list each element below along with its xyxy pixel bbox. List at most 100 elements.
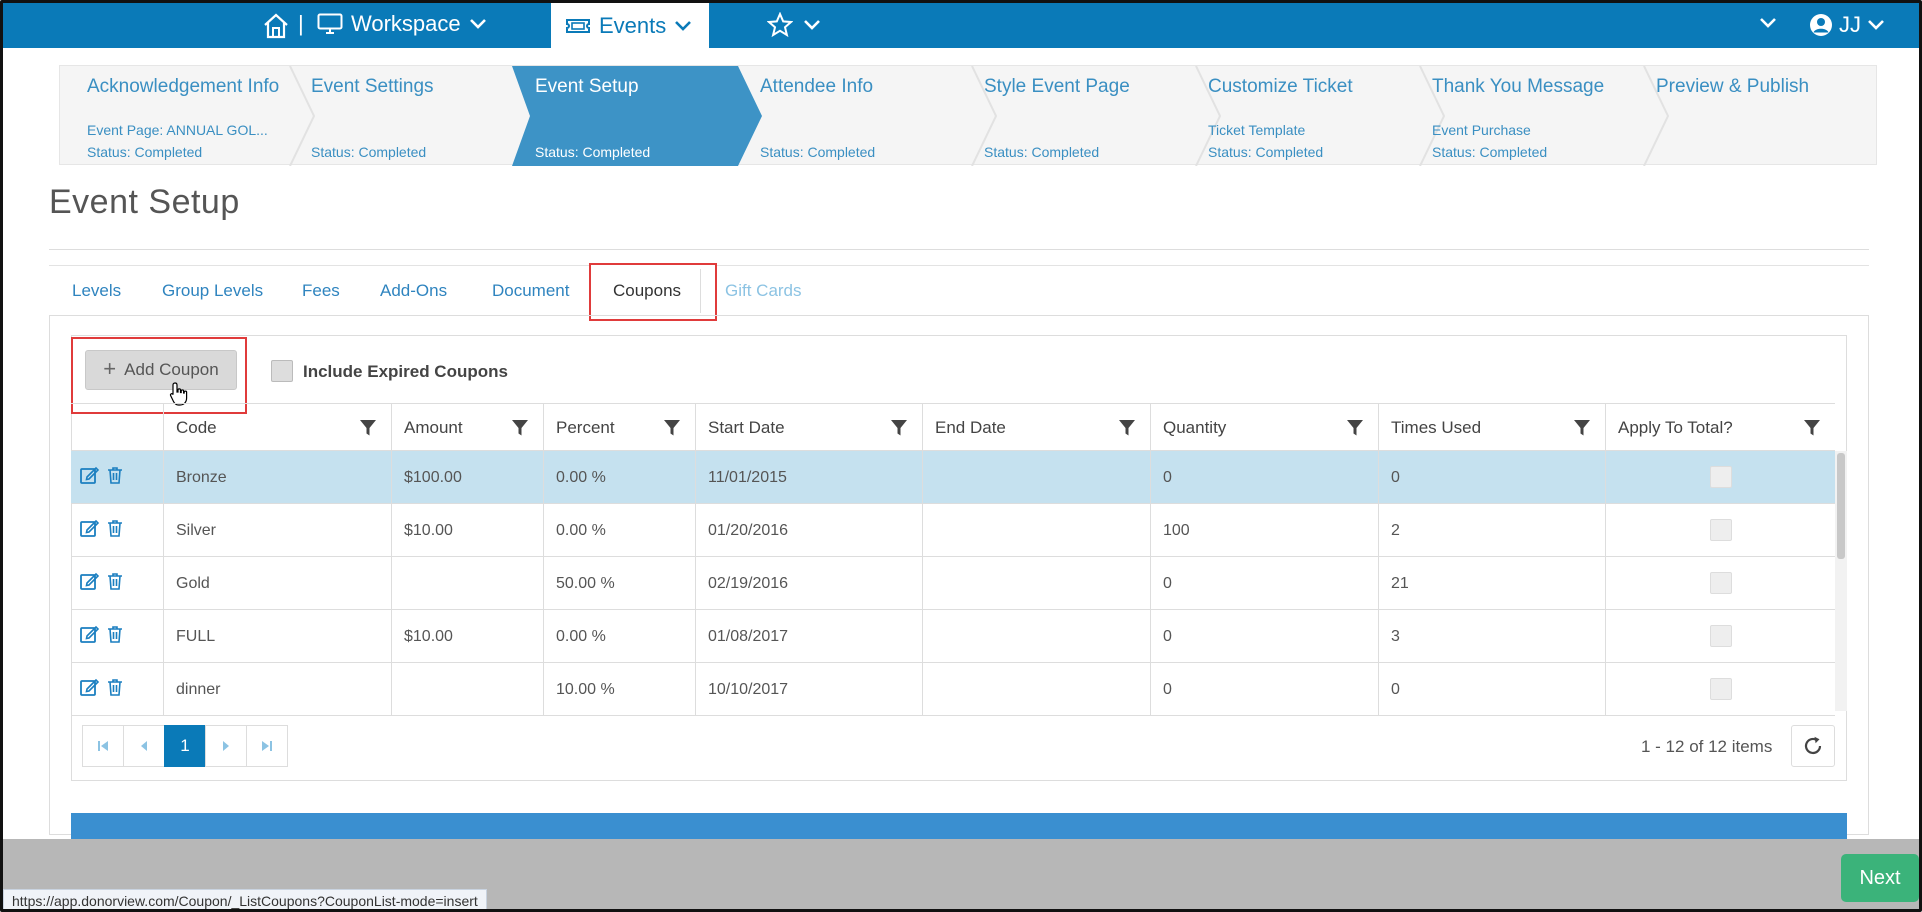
table-row[interactable]: FULL $10.00 0.00 % 01/08/2017 0 3 [71,610,1835,663]
tab-group-levels[interactable]: Group Levels [162,281,263,301]
cell-apply-to-total [1605,610,1835,663]
wizard-step-customize-ticket[interactable]: Customize Ticket Ticket Template Status:… [1208,66,1408,166]
prev-page-button[interactable] [123,725,165,767]
step-status: Status: Completed [1432,144,1548,160]
apply-to-total-checkbox [1710,678,1732,700]
refresh-icon [1804,736,1822,755]
row-actions [71,663,163,716]
apply-to-total-checkbox [1710,625,1732,647]
trash-icon[interactable] [105,624,125,644]
favorites-menu[interactable] [767,12,821,38]
refresh-button[interactable] [1791,725,1835,767]
filter-icon[interactable] [511,419,529,437]
cell-end-date [922,504,1150,557]
status-url: https://app.donorview.com/Coupon/_ListCo… [3,889,487,909]
column-header-quantity[interactable]: Quantity [1150,404,1378,452]
trash-icon[interactable] [105,677,125,697]
column-header-code[interactable]: Code [163,404,391,452]
edit-icon[interactable] [79,624,99,644]
wizard-step-event-setup[interactable]: Event Setup Status: Completed [535,66,735,166]
edit-icon[interactable] [79,677,99,697]
workspace-menu[interactable]: Workspace [317,11,487,37]
column-label: End Date [935,418,1006,437]
cell-apply-to-total [1605,451,1835,504]
plus-icon: + [103,356,117,381]
tab-document[interactable]: Document [492,281,569,301]
cell-amount [391,557,543,610]
column-header-start-date[interactable]: Start Date [695,404,922,452]
include-expired-label: Include Expired Coupons [303,362,508,381]
wizard-step-attendee-info[interactable]: Attendee Info Status: Completed [760,66,960,166]
filter-icon[interactable] [1346,419,1364,437]
table-row[interactable]: Gold 50.00 % 02/19/2016 0 21 [71,557,1835,610]
filter-icon[interactable] [1573,419,1591,437]
cell-end-date [922,663,1150,716]
cell-apply-to-total [1605,504,1835,557]
home-icon[interactable] [261,12,291,40]
events-label: Events [599,12,667,38]
table-row[interactable]: Bronze $100.00 0.00 % 11/01/2015 0 0 [71,451,1835,504]
filter-icon[interactable] [663,419,681,437]
page-number-current[interactable]: 1 [164,725,206,767]
edit-icon[interactable] [79,571,99,591]
row-actions [71,610,163,663]
chevron-down-icon [1868,20,1884,30]
column-header-apply-to-total[interactable]: Apply To Total? [1605,404,1835,452]
tab-gift-cards[interactable]: Gift Cards [725,281,802,301]
user-menu[interactable]: JJ [1809,12,1885,38]
add-coupon-button[interactable]: + Add Coupon [85,350,237,390]
table-scrollbar[interactable] [1835,451,1847,711]
cell-end-date [922,451,1150,504]
step-status: Status: Completed [1208,144,1324,160]
ticket-icon [566,18,590,33]
nav-separator: | [298,11,304,36]
cell-start-date: 02/19/2016 [695,557,922,610]
cell-times-used: 0 [1378,451,1605,504]
trash-icon[interactable] [105,518,125,538]
filter-icon[interactable] [1118,419,1136,437]
star-icon [767,12,793,38]
wizard-step-thank-you-message[interactable]: Thank You Message Event Purchase Status:… [1432,66,1642,166]
filter-icon[interactable] [359,419,377,437]
events-menu[interactable]: Events [551,3,709,48]
first-page-button[interactable] [82,725,124,767]
edit-icon[interactable] [79,518,99,538]
column-header-amount[interactable]: Amount [391,404,543,452]
step-title: Acknowledgement Info [87,76,280,97]
cell-start-date: 11/01/2015 [695,451,922,504]
next-button[interactable]: Next [1841,854,1919,902]
step-status: Status: Completed [87,144,203,160]
step-title: Attendee Info [760,76,874,97]
table-row[interactable]: dinner 10.00 % 10/10/2017 0 0 [71,663,1835,716]
column-header-percent[interactable]: Percent [543,404,695,452]
trash-icon[interactable] [105,571,125,591]
wizard-step-acknowledgement[interactable]: Acknowledgement Info Event Page: ANNUAL … [87,66,287,166]
trash-icon[interactable] [105,465,125,485]
cell-quantity: 0 [1150,663,1378,716]
step-status: Status: Completed [535,144,651,160]
next-page-button[interactable] [205,725,247,767]
cell-quantity: 0 [1150,610,1378,663]
cell-percent: 10.00 % [543,663,695,716]
table-row[interactable]: Silver $10.00 0.00 % 01/20/2016 100 2 [71,504,1835,557]
cell-amount [391,663,543,716]
edit-icon[interactable] [79,465,99,485]
filter-icon[interactable] [1803,419,1821,437]
wizard-step-style-event-page[interactable]: Style Event Page Status: Completed [984,66,1184,166]
wizard-step-event-settings[interactable]: Event Settings Status: Completed [311,66,511,166]
filter-icon[interactable] [890,419,908,437]
column-header-end-date[interactable]: End Date [922,404,1150,452]
wizard-step-preview-publish[interactable]: Preview & Publish [1656,66,1856,166]
include-expired-checkbox[interactable] [271,360,293,382]
row-actions [71,451,163,504]
scrollbar-thumb[interactable] [1837,453,1845,559]
monitor-icon [317,13,343,34]
column-header-times-used[interactable]: Times Used [1378,404,1605,452]
chevron-down-icon[interactable] [1759,17,1777,29]
column-label: Apply To Total? [1618,418,1733,437]
tab-levels[interactable]: Levels [72,281,121,301]
tab-coupons[interactable]: Coupons [613,281,681,301]
tab-add-ons[interactable]: Add-Ons [380,281,447,301]
tab-fees[interactable]: Fees [302,281,340,301]
last-page-button[interactable] [246,725,288,767]
